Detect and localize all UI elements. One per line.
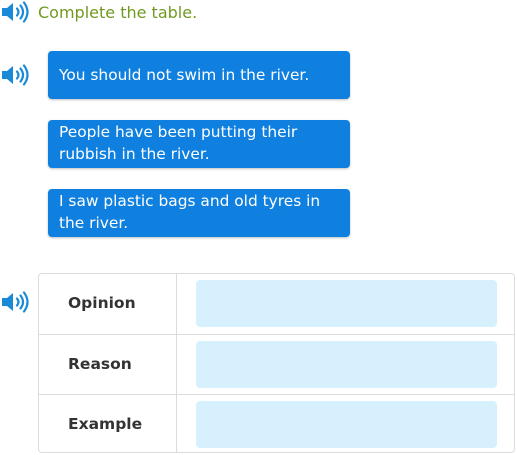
row-label-example: Example (68, 415, 143, 433)
answer-tile-reason[interactable]: People have been putting their rubbish i… (48, 120, 350, 168)
tiles-speaker-icon[interactable] (0, 63, 30, 89)
table-row-reason: Reason (39, 334, 514, 395)
table-speaker-icon[interactable] (0, 290, 30, 316)
instruction-text: Complete the table. (38, 3, 198, 22)
row-label-opinion: Opinion (68, 294, 136, 312)
table-row-opinion: Opinion (39, 274, 514, 334)
answer-table: Opinion Reason Example (38, 273, 515, 453)
answer-tile-opinion[interactable]: You should not swim in the river. (48, 51, 350, 99)
drop-zone-reason[interactable] (196, 341, 497, 388)
table-row-example: Example (39, 394, 514, 455)
row-label-reason: Reason (68, 355, 132, 373)
drop-zone-example[interactable] (196, 401, 497, 448)
instruction-speaker-icon[interactable] (0, 0, 30, 26)
answer-tile-example[interactable]: I saw plastic bags and old tyres in the … (48, 189, 350, 237)
drop-zone-opinion[interactable] (196, 280, 497, 327)
